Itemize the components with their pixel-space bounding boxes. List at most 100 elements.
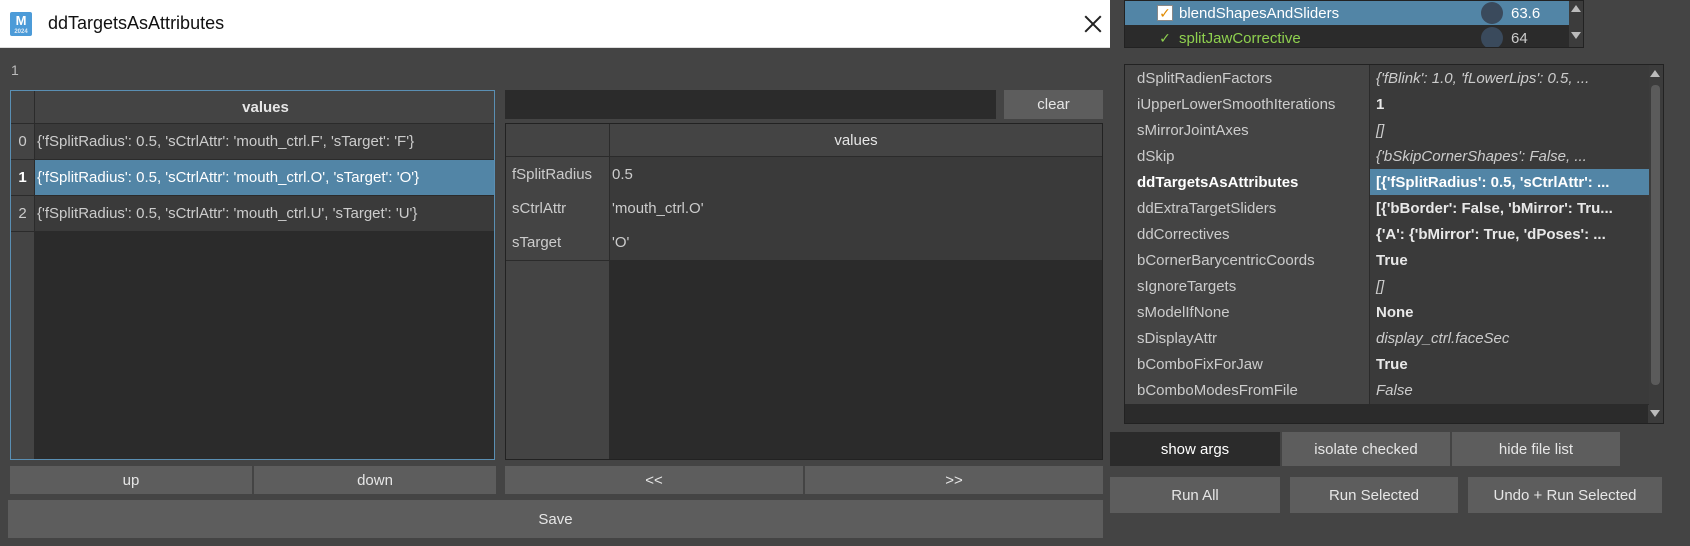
args-row[interactable]: iUpperLowerSmoothIterations 1 xyxy=(1125,91,1649,119)
arg-value[interactable]: None xyxy=(1370,299,1649,326)
row-value[interactable]: {'fSplitRadius': 0.5, 'sCtrlAttr': 'mout… xyxy=(35,160,494,196)
module-label: blendShapesAndSliders xyxy=(1179,4,1340,22)
selected-index-label: 1 xyxy=(11,62,19,78)
arg-value[interactable]: False xyxy=(1370,377,1649,404)
arg-name: dSplitRadienFactors xyxy=(1125,65,1370,92)
dict-key: sTarget xyxy=(506,225,610,261)
scrollbar-thumb[interactable] xyxy=(1651,85,1660,385)
save-button[interactable]: Save xyxy=(8,500,1103,538)
dict-value[interactable]: 0.5 xyxy=(610,157,1102,193)
arg-name: ddCorrectives xyxy=(1125,221,1370,248)
module-list-scrollbar[interactable] xyxy=(1569,1,1583,47)
args-row[interactable]: ddExtraTargetSliders [{'bBorder': False, … xyxy=(1125,195,1649,223)
arg-value[interactable]: {'fBlink': 1.0, 'fLowerLips': 0.5, ... xyxy=(1370,65,1649,92)
args-row[interactable]: sDisplayAttr display_ctrl.faceSec xyxy=(1125,325,1649,353)
title-bar[interactable]: M 2024 ddTargetsAsAttributes xyxy=(0,0,1110,48)
row-index[interactable]: 2 xyxy=(11,196,35,232)
args-scrollbar[interactable] xyxy=(1648,65,1663,423)
row-index[interactable]: 0 xyxy=(11,124,35,160)
close-icon[interactable] xyxy=(1082,12,1104,36)
args-row[interactable]: bComboModesFromFile False xyxy=(1125,377,1649,405)
app-icon-version: 2024 xyxy=(14,29,28,35)
dict-table[interactable]: values fSplitRadius 0.5 sCtrlAttr'mouth_ct… xyxy=(505,123,1103,460)
args-row[interactable]: ddTargetsAsAttributes [{'fSplitRadius': 0… xyxy=(1125,169,1649,197)
arg-name: iUpperLowerSmoothIterations xyxy=(1125,91,1370,118)
module-value: 63.6 xyxy=(1511,4,1541,22)
args-row[interactable]: bCornerBarycentricCoords True xyxy=(1125,247,1649,275)
dict-value[interactable]: 'O' xyxy=(610,225,1102,261)
module-label: splitJawCorrective xyxy=(1179,29,1301,47)
column-header[interactable]: values xyxy=(610,124,1102,157)
args-row[interactable]: sModelIfNone None xyxy=(1125,299,1649,327)
column-header[interactable]: values xyxy=(35,91,494,124)
isolate-checked-button[interactable]: isolate checked xyxy=(1282,432,1450,466)
background-maya-panel: ✓ blendShapesAndSliders 63.6 ✓ splitJawC… xyxy=(1110,0,1690,546)
table-row[interactable]: 2 {'fSplitRadius': 0.5, 'sCtrlAttr': 'mou… xyxy=(11,196,494,232)
args-row[interactable]: sIgnoreTargets[] xyxy=(1125,273,1649,301)
scroll-up-icon[interactable] xyxy=(1650,70,1660,77)
module-value: 64 xyxy=(1511,29,1528,47)
table-row[interactable]: 0 {'fSplitRadius': 0.5, 'sCtrlAttr': 'mou… xyxy=(11,124,494,160)
arg-value[interactable]: {'A': {'bMirror': True, 'dPoses': ... xyxy=(1370,221,1649,248)
dict-key: fSplitRadius xyxy=(506,157,610,193)
row-value[interactable]: {'fSplitRadius': 0.5, 'sCtrlAttr': 'mout… xyxy=(35,196,494,232)
scroll-up-icon[interactable] xyxy=(1571,5,1581,12)
dict-key: sCtrlAttr xyxy=(506,191,610,227)
check-icon[interactable]: ✓ xyxy=(1157,30,1173,46)
arg-value[interactable]: display_ctrl.faceSec xyxy=(1370,325,1649,352)
row-value[interactable]: {'fSplitRadius': 0.5, 'sCtrlAttr': 'mout… xyxy=(35,124,494,160)
undo-run-selected-button[interactable]: Undo + Run Selected xyxy=(1468,477,1662,513)
arg-name: bComboModesFromFile xyxy=(1125,377,1370,404)
args-row[interactable]: dSkip {'bSkipCornerShapes': False, ... xyxy=(1125,143,1649,171)
up-button[interactable]: up xyxy=(10,466,252,494)
list-item[interactable]: ✓ splitJawCorrective 64 xyxy=(1125,26,1571,47)
list-item[interactable]: ✓ blendShapesAndSliders 63.6 xyxy=(1125,1,1571,25)
row-index[interactable]: 1 xyxy=(11,160,35,196)
hide-file-list-button[interactable]: hide file list xyxy=(1452,432,1620,466)
window-title: ddTargetsAsAttributes xyxy=(48,13,225,33)
arg-name: bCornerBarycentricCoords xyxy=(1125,247,1370,274)
args-table[interactable]: dSplitRadienFactors {'fBlink': 1.0, 'fLow… xyxy=(1124,64,1664,424)
arg-name: sIgnoreTargets xyxy=(1125,273,1370,300)
args-row[interactable]: dSplitRadienFactors {'fBlink': 1.0, 'fLow… xyxy=(1125,65,1649,93)
scroll-down-icon[interactable] xyxy=(1571,32,1581,39)
run-all-button[interactable]: Run All xyxy=(1110,477,1280,513)
maya-app-icon: M 2024 xyxy=(10,12,32,36)
next-button[interactable]: >> xyxy=(805,466,1103,494)
dict-value[interactable]: 'mouth_ctrl.O' xyxy=(610,191,1102,227)
arg-name: ddExtraTargetSliders xyxy=(1125,195,1370,222)
arg-value[interactable]: True xyxy=(1370,247,1649,274)
arg-value[interactable]: True xyxy=(1370,351,1649,378)
arg-name: sModelIfNone xyxy=(1125,299,1370,326)
arg-name: ddTargetsAsAttributes xyxy=(1125,169,1370,196)
value-input[interactable] xyxy=(505,90,996,119)
app-icon-letter: M xyxy=(15,13,27,28)
run-selected-button[interactable]: Run Selected xyxy=(1290,477,1458,513)
arg-value[interactable]: 1 xyxy=(1370,91,1649,118)
arg-value[interactable]: [] xyxy=(1370,117,1649,144)
prev-button[interactable]: << xyxy=(505,466,803,494)
arg-value[interactable]: [] xyxy=(1370,273,1649,300)
arg-value[interactable]: [{'fSplitRadius': 0.5, 'sCtrlAttr': ... xyxy=(1370,169,1649,196)
checkbox-checked-icon[interactable]: ✓ xyxy=(1157,5,1173,21)
dict-editor-dialog: M 2024 ddTargetsAsAttributes 1 values 0{… xyxy=(0,0,1110,546)
module-list[interactable]: ✓ blendShapesAndSliders 63.6 ✓ splitJawC… xyxy=(1124,0,1584,48)
show-args-button[interactable]: show args xyxy=(1110,432,1280,466)
args-row[interactable]: bComboFixForJaw True xyxy=(1125,351,1649,379)
arg-value[interactable]: {'bSkipCornerShapes': False, ... xyxy=(1370,143,1649,170)
down-button[interactable]: down xyxy=(254,466,496,494)
dial-icon xyxy=(1481,27,1503,47)
arg-name: sDisplayAttr xyxy=(1125,325,1370,352)
args-row[interactable]: ddCorrectives {'A': {'bMirror': True, 'dP… xyxy=(1125,221,1649,249)
dict-row[interactable]: fSplitRadius 0.5 xyxy=(506,157,1102,193)
dial-icon xyxy=(1481,2,1503,24)
table-corner xyxy=(506,124,610,157)
clear-button[interactable]: clear xyxy=(1004,90,1103,119)
arg-value[interactable]: [{'bBorder': False, 'bMirror': Tru... xyxy=(1370,195,1649,222)
values-list-table[interactable]: values 0 {'fSplitRadius': 0.5, 'sCtrlAttr… xyxy=(10,90,495,460)
dict-row[interactable]: sTarget 'O' xyxy=(506,225,1102,261)
table-row[interactable]: 1 {'fSplitRadius': 0.5, 'sCtrlAttr': 'mou… xyxy=(11,160,494,196)
dict-row[interactable]: sCtrlAttr'mouth_ctrl.O' xyxy=(506,191,1102,227)
args-row[interactable]: sMirrorJointAxes[] xyxy=(1125,117,1649,145)
scroll-down-icon[interactable] xyxy=(1650,410,1660,417)
